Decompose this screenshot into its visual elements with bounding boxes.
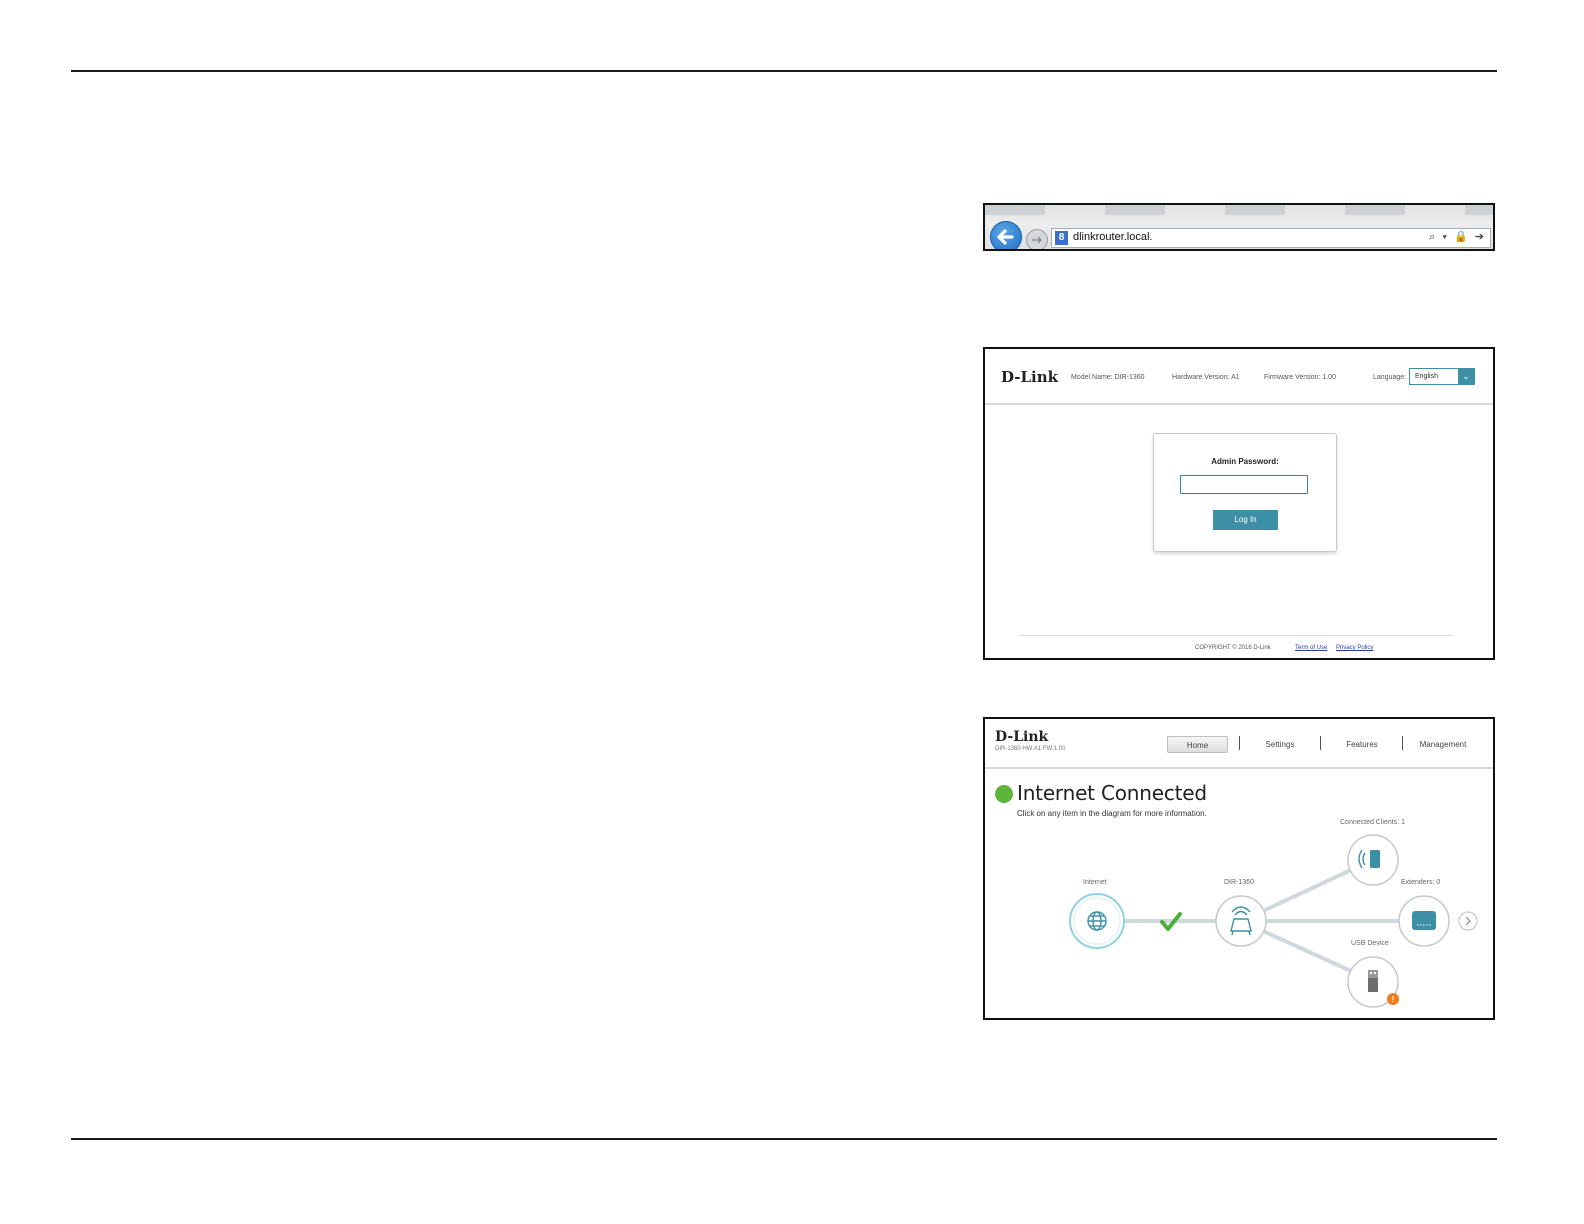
bottom-rule — [71, 1138, 1497, 1140]
privacy-policy-link[interactable]: Privacy Policy — [1336, 645, 1373, 651]
language-label: Language: — [1373, 374, 1407, 381]
address-bar-icons[interactable]: ⌕ ▾ 🔒 ➔ — [1429, 230, 1486, 244]
browser-address-bar-screenshot: 8 dlinkrouter.local. ⌕ ▾ 🔒 ➔ — [983, 203, 1495, 251]
svg-text:!: ! — [1392, 995, 1395, 1004]
browser-tab-strip — [985, 205, 1493, 215]
address-field[interactable]: 8 dlinkrouter.local. ⌕ ▾ 🔒 ➔ — [1051, 228, 1491, 248]
login-card: Admin Password: Log In — [1153, 433, 1337, 552]
login-header: D-Link Model Name: DIR-1360 Hardware Ver… — [985, 349, 1493, 405]
terms-of-use-link[interactable]: Term of Use — [1295, 645, 1327, 651]
extenders-node[interactable] — [1398, 895, 1450, 947]
back-button[interactable] — [990, 221, 1022, 249]
router-node[interactable] — [1215, 895, 1267, 947]
admin-password-label: Admin Password: — [1211, 457, 1279, 466]
firmware-version: Firmware Version: 1.00 — [1264, 374, 1336, 381]
top-rule — [71, 70, 1497, 72]
chevron-down-icon[interactable]: ⌄ — [1458, 369, 1474, 384]
usb-link-line — [1262, 929, 1352, 973]
url-text: dlinkrouter.local. — [1073, 231, 1153, 243]
connected-clients-label: Connected Clients: 1 — [1340, 819, 1405, 826]
router-label: DIR-1360 — [1224, 879, 1254, 886]
language-value: English — [1415, 373, 1438, 380]
extender-icon — [1412, 911, 1436, 930]
login-page-screenshot: D-Link Model Name: DIR-1360 Hardware Ver… — [983, 347, 1495, 660]
usb-device-node[interactable]: ! — [1347, 956, 1399, 1008]
forward-button[interactable] — [1026, 229, 1048, 249]
model-name: Model Name: DIR-1360 — [1071, 374, 1145, 381]
login-button[interactable]: Log In — [1213, 510, 1278, 530]
extenders-label: Extenders: 0 — [1401, 879, 1441, 886]
home-page-screenshot: D-Link DIR-1360 HW:A1 FW:1.00 Home Setti… — [983, 717, 1495, 1020]
dlink-logo: D-Link — [1001, 368, 1059, 386]
copyright-text: COPYRIGHT © 2016 D-Link — [1195, 645, 1271, 651]
usb-device-label: USB Device — [1351, 940, 1389, 947]
connected-clients-node[interactable] — [1347, 834, 1399, 886]
site-favicon: 8 — [1055, 231, 1068, 245]
back-arrow-icon — [997, 229, 1014, 245]
usb-drive-icon — [1368, 970, 1378, 992]
internet-label: Internet — [1083, 879, 1107, 886]
forward-arrow-icon — [1032, 236, 1043, 244]
clients-link-line — [1262, 868, 1352, 913]
network-diagram: ! — [1069, 834, 1478, 1008]
language-select[interactable]: English ⌄ — [1409, 368, 1475, 385]
admin-password-input[interactable] — [1180, 475, 1308, 494]
next-arrow-button[interactable] — [1458, 911, 1478, 931]
footer-divider — [1019, 635, 1453, 636]
internet-node[interactable] — [1069, 893, 1125, 949]
hardware-version: Hardware Version: A1 — [1172, 374, 1240, 381]
